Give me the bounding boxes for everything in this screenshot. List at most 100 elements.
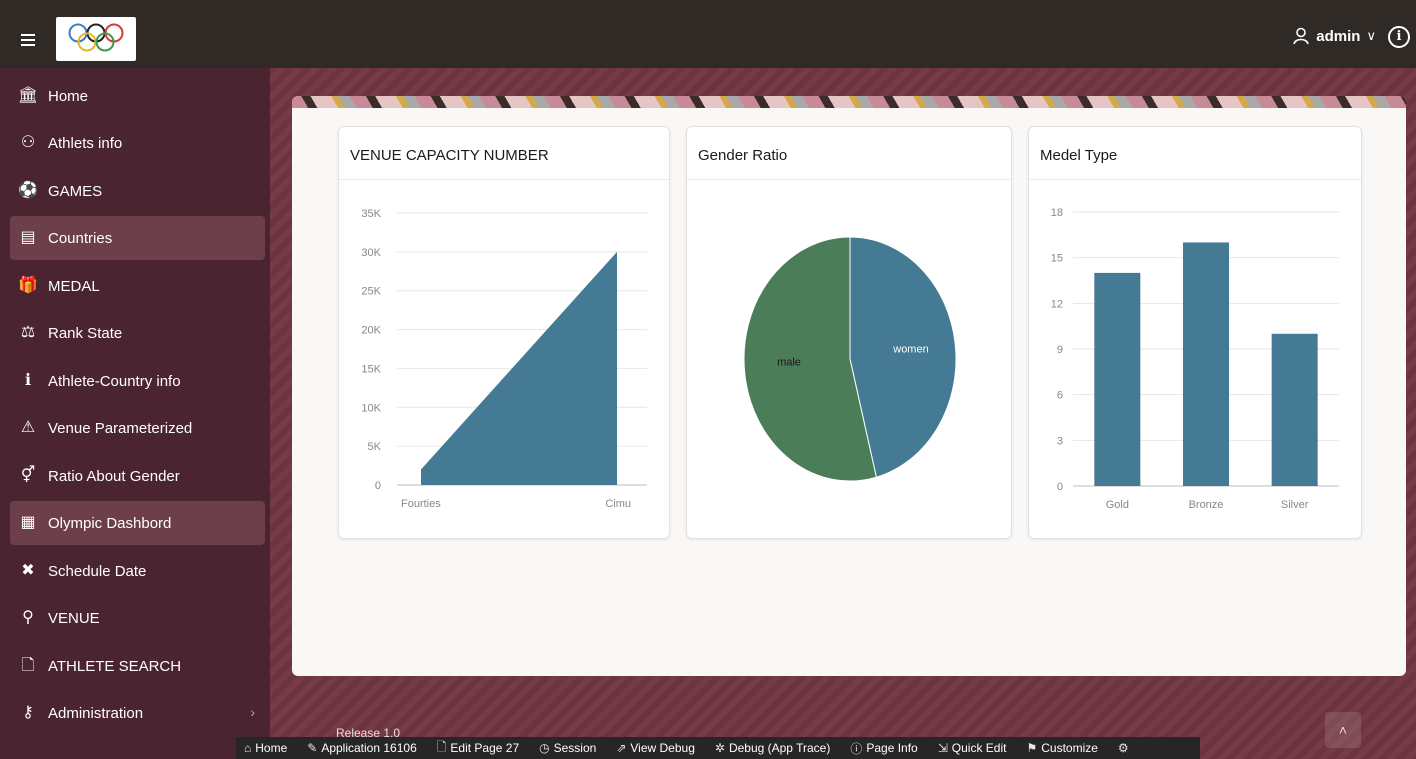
sidebar-item-athlete-search[interactable]: 🗋 ATHLETE SEARCH [10, 644, 265, 688]
devbar-label: Home [255, 741, 288, 755]
devbar-label: Page Info [866, 741, 918, 755]
y-tick-label: 35K [361, 208, 381, 220]
sidebar-item-label: Athlets info [48, 134, 123, 152]
games-icon: ⚽ [18, 182, 38, 199]
pie-label-male: male [777, 356, 801, 368]
sidebar-item-label: VENUE [48, 609, 100, 627]
y-tick-label: 0 [375, 480, 381, 492]
sidebar-item-venue[interactable]: ⚲ VENUE [10, 596, 265, 640]
sidebar-item-label: Rank State [48, 324, 123, 342]
y-tick-label: 12 [1051, 298, 1063, 310]
settings-icon: ⚙ [1117, 741, 1129, 755]
bar-bronze [1183, 242, 1229, 486]
y-tick-label: 10K [361, 402, 381, 414]
user-name: admin [1316, 27, 1361, 45]
gender-ratio-card: Gender Ratio women male [686, 126, 1012, 539]
y-tick-label: 30K [361, 247, 381, 259]
venue-icon: ⚲ [22, 609, 34, 626]
home-icon: 🏛 [17, 87, 39, 104]
sidebar-item-athlete-country-info[interactable]: ℹ Athlete-Country info [10, 359, 265, 403]
sidebar-item-label: Home [48, 87, 89, 105]
y-tick-label: 25K [361, 286, 381, 298]
sidebar-item-venue-parameterized[interactable]: ⚠ Venue Parameterized [10, 406, 265, 450]
rank-state-icon: ⚖ [20, 324, 36, 341]
info-icon[interactable]: i [1388, 26, 1410, 48]
chevron-down-icon: ∨ [1366, 28, 1376, 43]
sidebar-item-schedule-date[interactable]: ✖ Schedule Date [10, 549, 265, 593]
user-icon [1293, 27, 1310, 45]
devbar-session-button[interactable]: ◷ Session [539, 741, 596, 755]
devbar-home-button[interactable]: ⌂ Home [244, 741, 287, 755]
sidebar-item-label: MEDAL [48, 277, 100, 295]
venue-capacity-chart: 0 5K 10K 15K 20K 25K 30K 35K Fourties Cimu [361, 208, 647, 510]
edit-page-icon: 🗋 [436, 739, 447, 754]
devbar-label: Session [553, 741, 597, 755]
sidebar-item-label: Olympic Dashbord [48, 514, 172, 532]
sidebar-item-countries[interactable]: ▤ Countries [10, 216, 265, 260]
devbar-edit-page-button[interactable]: 🗋 Edit Page 27 [437, 738, 519, 759]
sidebar-item-label: Venue Parameterized [48, 419, 193, 437]
top-bar: admin ∨ i [0, 0, 1416, 68]
user-menu[interactable]: admin ∨ [1292, 27, 1376, 45]
y-tick-label: 15K [361, 363, 381, 375]
sidebar-item-label: GAMES [48, 182, 103, 200]
sidebar-item-medal[interactable]: 🎁 MEDAL [10, 264, 265, 308]
x-tick-label: Bronze [1189, 499, 1224, 511]
gender-ratio-chart: women male [743, 236, 957, 482]
athlete-country-info-icon: ℹ [24, 372, 32, 389]
countries-icon: ▤ [20, 229, 36, 246]
sidebar-item-label: Ratio About Gender [48, 467, 180, 485]
schedule-date-icon: ✖ [21, 562, 35, 579]
sidebar-item-olympic-dashbord[interactable]: ▦ Olympic Dashbord [10, 501, 265, 545]
sidebar-item-label: Administration [48, 704, 144, 722]
sidebar-item-administration[interactable]: ⚷ Administration › [10, 691, 265, 735]
administration-icon: ⚷ [22, 704, 34, 721]
hamburger-menu-icon[interactable] [14, 24, 46, 56]
devbar-label: Edit Page 27 [450, 741, 520, 755]
scroll-to-top-button[interactable]: ˄ [1325, 712, 1361, 748]
devbar-settings-button[interactable]: ⚙ [1118, 741, 1129, 755]
x-tick-label: Fourties [401, 498, 441, 510]
decorative-banner [292, 96, 1406, 108]
session-icon: ◷ [539, 741, 550, 755]
devbar-application-button[interactable]: ✎ Application 16106 [307, 741, 416, 755]
home-icon: ⌂ [244, 741, 252, 755]
ratio-about-gender-icon: ⚥ [20, 467, 36, 484]
sidebar-item-ratio-about-gender[interactable]: ⚥ Ratio About Gender [10, 454, 265, 498]
x-tick-label: Gold [1106, 499, 1129, 511]
devbar-label: Application 16106 [321, 741, 417, 755]
medal-type-card: Medel Type 0 3 6 9 12 15 18 Gold Bronze Silver [1028, 126, 1362, 539]
devbar-label: Customize [1041, 741, 1098, 755]
medal-icon: 🎁 [18, 277, 38, 294]
sidebar-item-home[interactable]: 🏛 Home [10, 74, 265, 118]
venue-capacity-card: VENUE CAPACITY NUMBER 0 5K 10K 15K 20K 25K 30K… [338, 126, 670, 539]
devbar-page-info-button[interactable]: ⓘ Page Info [850, 740, 917, 757]
y-tick-label: 0 [1057, 481, 1063, 493]
olympic-rings-logo[interactable] [56, 17, 136, 61]
y-tick-label: 6 [1057, 390, 1063, 402]
devbar-customize-button[interactable]: ⚑ Customize [1026, 741, 1097, 755]
developer-toolbar: ⌂ Home ✎ Application 16106 🗋 Edit Page 27 ◷ Ses… [236, 737, 1200, 759]
devbar-quick-edit-button[interactable]: ⇲ Quick Edit [938, 741, 1007, 755]
devbar-debug-app-trace-button[interactable]: ✲ Debug (App Trace) [715, 741, 830, 755]
devbar-label: Debug (App Trace) [728, 741, 831, 755]
view-debug-icon: ⇗ [616, 741, 627, 755]
x-tick-label: Cimu [605, 498, 631, 510]
application-icon: ✎ [307, 741, 318, 755]
chevron-right-icon: › [250, 704, 255, 720]
olympic-dashbord-icon: ▦ [20, 514, 36, 531]
athlets-info-icon: ⚇ [20, 134, 36, 151]
sidebar-item-rank-state[interactable]: ⚖ Rank State [10, 311, 265, 355]
athlete-search-icon: 🗋 [21, 657, 35, 674]
sidebar-item-label: Athlete-Country info [48, 372, 181, 390]
pie-label-women: women [892, 344, 928, 356]
quick-edit-icon: ⇲ [937, 741, 948, 755]
sidebar-item-games[interactable]: ⚽ GAMES [10, 169, 265, 213]
y-tick-label: 18 [1051, 207, 1063, 219]
sidebar-item-label: Schedule Date [48, 562, 147, 580]
sidebar-item-athlets-info[interactable]: ⚇ Athlets info [10, 121, 265, 165]
bar-gold [1094, 272, 1141, 486]
devbar-view-debug-button[interactable]: ⇗ View Debug [616, 741, 695, 755]
devbar-label: Quick Edit [951, 741, 1007, 755]
y-tick-label: 3 [1057, 435, 1063, 447]
